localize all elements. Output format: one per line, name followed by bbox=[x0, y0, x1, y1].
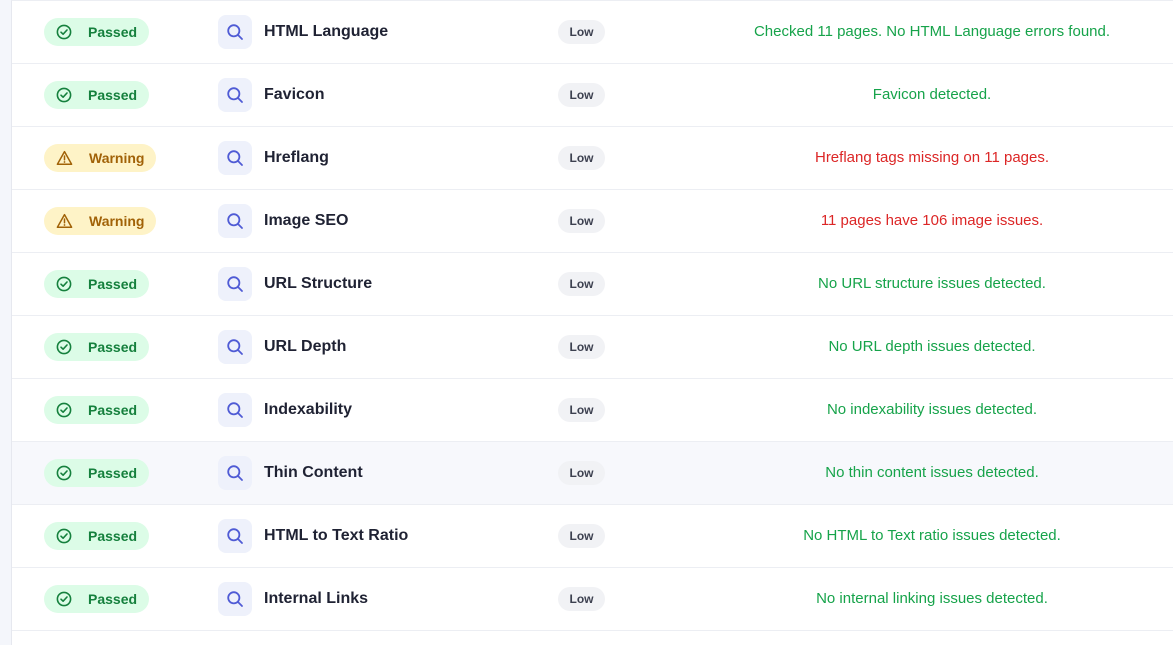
search-icon[interactable] bbox=[218, 267, 252, 301]
status-badge: Passed bbox=[44, 396, 150, 424]
table-row[interactable]: Passed HTML Language Low Checked 11 page… bbox=[12, 1, 1173, 64]
table-row[interactable]: Passed Internal Links Low No internal li… bbox=[12, 568, 1173, 631]
search-icon[interactable] bbox=[218, 78, 252, 112]
search-icon[interactable] bbox=[218, 204, 252, 238]
table-row[interactable]: Passed Thin Content Low No thin content … bbox=[12, 442, 1173, 505]
check-name: URL Depth bbox=[264, 338, 347, 355]
search-icon[interactable] bbox=[218, 519, 252, 553]
priority-badge: Low bbox=[558, 83, 605, 107]
check-message: No internal linking issues detected. bbox=[816, 590, 1048, 607]
check-circle-icon bbox=[56, 402, 80, 418]
table-row[interactable]: Passed URL Depth Low No URL depth issues… bbox=[12, 316, 1173, 379]
status-badge: Passed bbox=[44, 270, 150, 298]
table-row[interactable]: Warning Hreflang Low Hreflang tags missi… bbox=[12, 127, 1173, 190]
check-message: Hreflang tags missing on 11 pages. bbox=[814, 149, 1050, 166]
status-badge: Passed bbox=[44, 18, 150, 46]
priority-badge: Low bbox=[558, 209, 605, 233]
check-message: Favicon detected. bbox=[872, 86, 992, 103]
status-badge: Passed bbox=[44, 522, 150, 550]
status-label: Passed bbox=[88, 339, 138, 355]
status-label: Passed bbox=[88, 87, 138, 103]
check-circle-icon bbox=[56, 465, 80, 481]
check-message: No indexability issues detected. bbox=[826, 401, 1038, 418]
priority-badge: Low bbox=[558, 146, 605, 170]
status-badge: Warning bbox=[44, 207, 157, 235]
status-label: Warning bbox=[89, 213, 145, 229]
status-label: Passed bbox=[88, 528, 138, 544]
warning-triangle-icon bbox=[56, 150, 81, 166]
search-icon[interactable] bbox=[218, 141, 252, 175]
search-icon[interactable] bbox=[218, 330, 252, 364]
table-row[interactable]: Passed Favicon Low Favicon detected. bbox=[12, 64, 1173, 127]
check-circle-icon bbox=[56, 24, 80, 40]
status-label: Passed bbox=[88, 465, 138, 481]
priority-badge: Low bbox=[558, 272, 605, 296]
search-icon[interactable] bbox=[218, 456, 252, 490]
check-message: Checked 11 pages. No HTML Language error… bbox=[753, 23, 1111, 40]
priority-badge: Low bbox=[558, 335, 605, 359]
priority-badge: Low bbox=[558, 20, 605, 44]
status-label: Passed bbox=[88, 276, 138, 292]
check-name: Internal Links bbox=[264, 590, 369, 607]
table-row[interactable]: Passed Indexability Low No indexability … bbox=[12, 379, 1173, 442]
search-icon[interactable] bbox=[218, 15, 252, 49]
check-name: Thin Content bbox=[264, 464, 363, 481]
status-badge: Passed bbox=[44, 459, 150, 487]
check-message: No URL depth issues detected. bbox=[828, 338, 1036, 355]
status-badge: Passed bbox=[44, 585, 150, 613]
check-message: No HTML to Text ratio issues detected. bbox=[803, 527, 1061, 544]
check-name: URL Structure bbox=[264, 275, 373, 292]
check-name: HTML Language bbox=[264, 23, 389, 40]
table-row[interactable]: Passed HTML to Text Ratio Low No HTML to… bbox=[12, 505, 1173, 568]
warning-triangle-icon bbox=[56, 213, 81, 229]
check-name: Image SEO bbox=[264, 212, 349, 229]
check-message: 11 pages have 106 image issues. bbox=[820, 212, 1044, 229]
priority-badge: Low bbox=[558, 587, 605, 611]
audit-rows: Passed HTML Language Low Checked 11 page… bbox=[12, 1, 1173, 631]
search-icon[interactable] bbox=[218, 582, 252, 616]
status-label: Passed bbox=[88, 402, 138, 418]
check-message: No URL structure issues detected. bbox=[818, 275, 1046, 292]
status-badge: Passed bbox=[44, 333, 150, 361]
check-name: HTML to Text Ratio bbox=[264, 527, 409, 544]
priority-badge: Low bbox=[558, 461, 605, 485]
status-label: Passed bbox=[88, 24, 138, 40]
check-circle-icon bbox=[56, 528, 80, 544]
table-row[interactable]: Warning Image SEO Low 11 pages have 106 … bbox=[12, 190, 1173, 253]
check-name: Favicon bbox=[264, 86, 325, 103]
status-label: Warning bbox=[89, 150, 145, 166]
check-name: Hreflang bbox=[264, 149, 329, 166]
status-label: Passed bbox=[88, 591, 138, 607]
search-icon[interactable] bbox=[218, 393, 252, 427]
check-circle-icon bbox=[56, 591, 80, 607]
check-circle-icon bbox=[56, 276, 80, 292]
check-circle-icon bbox=[56, 339, 80, 355]
table-row[interactable]: Passed URL Structure Low No URL structur… bbox=[12, 253, 1173, 316]
check-name: Indexability bbox=[264, 401, 353, 418]
status-badge: Warning bbox=[44, 144, 157, 172]
priority-badge: Low bbox=[558, 398, 605, 422]
check-circle-icon bbox=[56, 87, 80, 103]
check-message: No thin content issues detected. bbox=[825, 464, 1039, 481]
status-badge: Passed bbox=[44, 81, 150, 109]
audit-results-table: Passed HTML Language Low Checked 11 page… bbox=[11, 0, 1173, 645]
priority-badge: Low bbox=[558, 524, 605, 548]
